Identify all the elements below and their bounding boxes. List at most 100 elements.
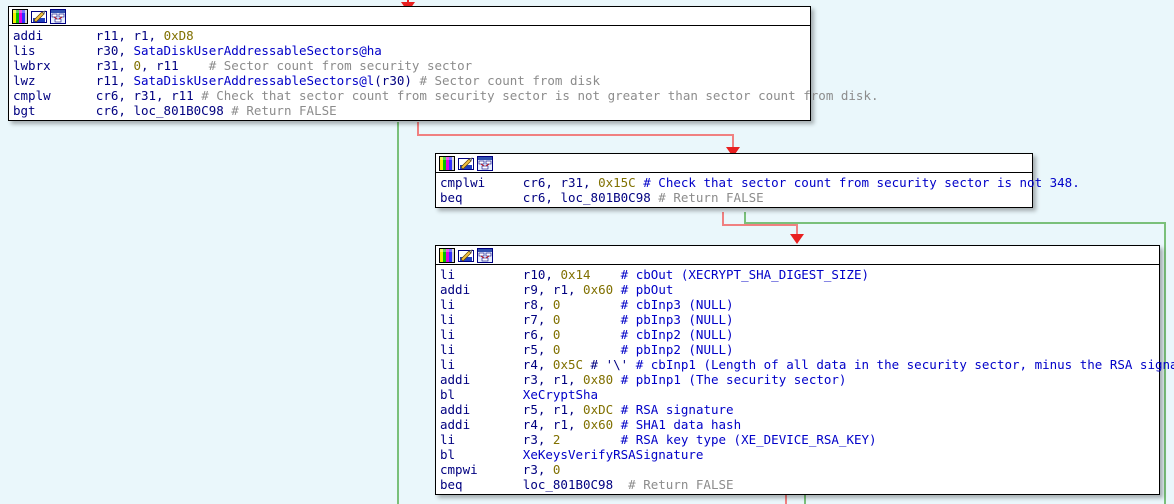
comment[interactable]: # pbInp3 (NULL) bbox=[621, 312, 734, 327]
mnemonic[interactable]: addi bbox=[440, 372, 470, 387]
mnemonic[interactable]: cmplwi bbox=[440, 175, 485, 190]
mnemonic[interactable]: addi bbox=[440, 282, 470, 297]
mnemonic[interactable]: bgt bbox=[13, 103, 36, 118]
mnemonic-gap bbox=[455, 447, 523, 462]
color-palette-icon[interactable] bbox=[439, 155, 455, 171]
disasm-line[interactable]: addi r5, r1, 0xDC # RSA signature bbox=[440, 402, 1159, 417]
mnemonic[interactable]: li bbox=[440, 327, 455, 342]
mnemonic[interactable]: li bbox=[440, 312, 455, 327]
disasm-line[interactable]: addi r4, r1, 0x60 # SHA1 data hash bbox=[440, 417, 1159, 432]
disasm-line[interactable]: li r3, 2 # RSA key type (XE_DEVICE_RSA_K… bbox=[440, 432, 1159, 447]
mnemonic[interactable]: beq bbox=[440, 477, 463, 492]
comment[interactable]: # cbOut (XECRYPT_SHA_DIGEST_SIZE) bbox=[621, 267, 869, 282]
basic-block-3[interactable]: li r10, 0x14 # cbOut (XECRYPT_SHA_DIGEST… bbox=[435, 245, 1174, 495]
code-xref-label[interactable]: loc_801B0C98 bbox=[560, 190, 650, 205]
disasm-line[interactable]: li r5, 0 # pbInp2 (NULL) bbox=[440, 342, 1159, 357]
edit-pencil-icon[interactable] bbox=[458, 156, 474, 171]
block-1-titlebar[interactable] bbox=[9, 7, 810, 26]
code-xref-label[interactable]: loc_801B0C98 bbox=[523, 477, 613, 492]
disasm-line[interactable]: cmplwi cr6, r31, 0x15C # Check that sect… bbox=[440, 175, 1080, 190]
comment[interactable]: # pbInp2 (NULL) bbox=[621, 342, 734, 357]
block-2-code[interactable]: cmplwi cr6, r31, 0x15C # Check that sect… bbox=[436, 173, 1080, 207]
mnemonic[interactable]: cmpwi bbox=[440, 462, 478, 477]
comment-gap bbox=[613, 372, 621, 387]
call-target[interactable]: XeKeysVerifyRSASignature bbox=[523, 447, 704, 462]
call-target[interactable]: XeCryptSha bbox=[523, 387, 598, 402]
comment[interactable]: # SHA1 data hash bbox=[621, 417, 741, 432]
mnemonic[interactable]: lis bbox=[13, 43, 36, 58]
hex-literal: 0x14 bbox=[560, 267, 591, 282]
basic-block-2[interactable]: cmplwi cr6, r31, 0x15C # Check that sect… bbox=[435, 153, 1080, 208]
mnemonic[interactable]: cmplw bbox=[13, 88, 51, 103]
comment[interactable]: # cbInp2 (NULL) bbox=[621, 327, 734, 342]
disasm-line[interactable]: li r7, 0 # pbInp3 (NULL) bbox=[440, 312, 1159, 327]
mnemonic[interactable]: beq bbox=[440, 190, 463, 205]
disasm-line[interactable]: bl XeKeysVerifyRSASignature bbox=[440, 447, 1159, 462]
disasm-line[interactable]: li r10, 0x14 # cbOut (XECRYPT_SHA_DIGEST… bbox=[440, 267, 1159, 282]
disasm-line[interactable]: lis r30, SataDiskUserAddressableSectors@… bbox=[13, 43, 810, 58]
comment[interactable]: # cbInp3 (NULL) bbox=[621, 297, 734, 312]
edit-pencil-icon[interactable] bbox=[458, 248, 474, 263]
disasm-line[interactable]: lwbrx r31, 0, r11 # Sector count from se… bbox=[13, 58, 810, 73]
disasm-line[interactable]: li r4, 0x5C # '\' # cbInp1 (Length of al… bbox=[440, 357, 1174, 372]
basic-block-1[interactable]: addi r11, r1, 0xD8 lis r30, SataDiskUserA… bbox=[8, 6, 879, 121]
graph-window-icon[interactable] bbox=[477, 247, 493, 263]
disasm-line[interactable]: addi r11, r1, 0xD8 bbox=[13, 28, 810, 43]
block-2-titlebar[interactable] bbox=[436, 154, 1032, 173]
comment[interactable]: # Return FALSE bbox=[231, 103, 336, 118]
hex-literal: 0xD8 bbox=[163, 28, 194, 43]
comment[interactable]: # Check that sector count from security … bbox=[201, 88, 878, 103]
color-palette-icon[interactable] bbox=[439, 247, 455, 263]
mnemonic[interactable]: lwbrx bbox=[13, 58, 51, 73]
mnemonic[interactable]: addi bbox=[440, 402, 470, 417]
mnemonic[interactable]: bl bbox=[440, 387, 455, 402]
mnemonic[interactable]: addi bbox=[13, 28, 43, 43]
comment[interactable]: # Return FALSE bbox=[658, 190, 763, 205]
edit-pencil-icon[interactable] bbox=[31, 9, 47, 24]
disasm-line[interactable]: beq loc_801B0C98 # Return FALSE bbox=[440, 477, 1159, 492]
disasm-line[interactable]: beq cr6, loc_801B0C98 # Return FALSE bbox=[440, 190, 1032, 205]
comment[interactable]: # RSA key type (XE_DEVICE_RSA_KEY) bbox=[621, 432, 877, 447]
comment[interactable]: # RSA signature bbox=[621, 402, 734, 417]
register: r9 bbox=[522, 282, 538, 297]
mnemonic[interactable]: bl bbox=[440, 447, 455, 462]
mnemonic[interactable]: addi bbox=[440, 417, 470, 432]
comment[interactable]: # Return FALSE bbox=[628, 477, 733, 492]
color-palette-icon[interactable] bbox=[12, 8, 28, 24]
comment[interactable]: # Check that sector count from security … bbox=[643, 175, 1080, 190]
graph-window-icon[interactable] bbox=[477, 155, 493, 171]
mnemonic[interactable]: li bbox=[440, 267, 455, 282]
code-xref-label[interactable]: loc_801B0C98 bbox=[133, 103, 223, 118]
comment-gap bbox=[613, 477, 628, 492]
comment[interactable]: # cbInp1 (Length of all data in the secu… bbox=[636, 357, 1174, 372]
block-3-code[interactable]: li r10, 0x14 # cbOut (XECRYPT_SHA_DIGEST… bbox=[436, 265, 1174, 494]
block-1-code[interactable]: addi r11, r1, 0xD8 lis r30, SataDiskUserA… bbox=[9, 26, 879, 120]
disasm-line[interactable]: li r8, 0 # cbInp3 (NULL) bbox=[440, 297, 1159, 312]
disasm-line[interactable]: bl XeCryptSha bbox=[440, 387, 1159, 402]
comment[interactable]: # Sector count from security sector bbox=[209, 58, 472, 73]
mnemonic[interactable]: lwz bbox=[13, 73, 36, 88]
comment[interactable]: # Sector count from disk bbox=[419, 73, 600, 88]
comment-gap bbox=[560, 297, 620, 312]
edge-red-block2-run bbox=[722, 224, 798, 226]
symbol-name[interactable]: SataDiskUserAddressableSectors@ha bbox=[133, 43, 381, 58]
disasm-line[interactable]: addi r9, r1, 0x60 # pbOut bbox=[440, 282, 1159, 297]
mnemonic[interactable]: li bbox=[440, 432, 455, 447]
mnemonic[interactable]: li bbox=[440, 357, 455, 372]
disasm-line[interactable]: lwz r11, SataDiskUserAddressableSectors@… bbox=[13, 73, 810, 88]
disasm-line[interactable]: bgt cr6, loc_801B0C98 # Return FALSE bbox=[13, 103, 810, 118]
mnemonic[interactable]: li bbox=[440, 297, 455, 312]
comment[interactable]: # pbOut bbox=[621, 282, 674, 297]
disasm-line[interactable]: cmpwi r3, 0 bbox=[440, 462, 1159, 477]
symbol-name[interactable]: SataDiskUserAddressableSectors@l bbox=[133, 73, 374, 88]
disasm-line[interactable]: cmplw cr6, r31, r11 # Check that sector … bbox=[13, 88, 879, 103]
register: r11 bbox=[95, 73, 119, 88]
disasm-line[interactable]: addi r3, r1, 0x80 # pbInp1 (The security… bbox=[440, 372, 1159, 387]
graph-window-icon[interactable] bbox=[50, 8, 66, 24]
edge-green-block3-out bbox=[804, 495, 806, 504]
comment[interactable]: # pbInp1 (The security sector) bbox=[621, 372, 847, 387]
mnemonic[interactable]: li bbox=[440, 342, 455, 357]
block-3-titlebar[interactable] bbox=[436, 246, 1159, 265]
edge-green-block2-run bbox=[744, 222, 1166, 224]
disasm-line[interactable]: li r6, 0 # cbInp2 (NULL) bbox=[440, 327, 1159, 342]
